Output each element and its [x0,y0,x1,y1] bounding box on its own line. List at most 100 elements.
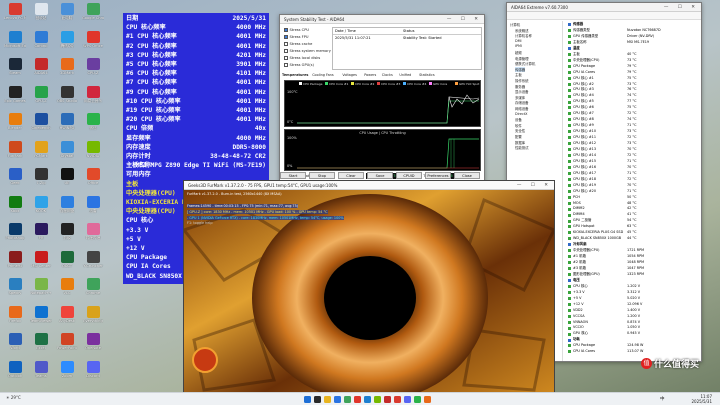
desktop-icon[interactable]: Xbox [4,195,26,222]
monitor-tab[interactable]: Temperatures [282,73,308,77]
stability-titlebar[interactable]: System Stability Test - AIDA64 — ☐ ✕ [280,15,484,24]
desktop-icon[interactable]: Outlook [4,360,26,387]
monitor-tab[interactable]: Clocks [382,73,393,77]
checkbox-box[interactable] [284,56,288,60]
monitor-tab[interactable]: Voltages [342,73,356,77]
desktop-icon[interactable]: 哔哩哔哩 [82,223,104,249]
stress-checkbox[interactable]: Stress local disks [284,56,320,60]
desktop-icon[interactable]: Speccy [4,278,26,304]
furmark-window[interactable]: Geeks3D FurMark v1.37.2.0 - 75 FPS, GPU1… [183,180,555,394]
checkbox-box[interactable] [284,35,288,39]
desktop-icon[interactable]: Microsoft Edge [4,30,26,57]
stability-preferences-button[interactable]: Preferences [425,172,451,179]
desktop-icon[interactable]: OBS Studio [56,85,78,112]
desktop-icon[interactable]: 百度网盘 [56,195,78,222]
desktop-icon[interactable]: OCCT [56,250,78,277]
monitor-tab[interactable]: Unified [399,73,411,77]
monitor-tab[interactable]: Statistics [419,73,435,77]
desktop-icon[interactable]: AnyDesk [56,305,78,332]
desktop-icon[interactable]: Photoshop [4,223,26,249]
desktop-icon[interactable]: GPU-Z [30,85,52,112]
desktop-icon[interactable]: Firefox [4,305,26,332]
stress-checkbox[interactable]: Stress system memory [284,49,331,53]
taskbar-app-icon[interactable] [354,396,361,403]
taskbar-app-icon[interactable] [304,396,311,403]
desktop-icon[interactable]: PR [30,223,52,249]
taskbar-app-icon[interactable] [414,396,421,403]
desktop-icon[interactable]: CPU-Z [82,58,104,84]
checkbox-box[interactable] [284,42,288,46]
desktop-icon[interactable]: 网易云音乐 [82,85,104,112]
window-controls[interactable]: — ☐ ✕ [517,181,552,190]
desktop-icon[interactable]: Y-Cruncher [82,250,104,277]
furmark-titlebar[interactable]: Geeks3D FurMark v1.37.2.0 - 75 FPS, GPU1… [184,181,554,190]
window-controls[interactable]: — ☐ ✕ [664,3,699,12]
desktop-icon[interactable]: PCMark [30,140,52,167]
desktop-icon[interactable]: Blender [4,113,26,139]
checkbox-box[interactable] [284,49,288,53]
language-indicator[interactable]: 中 [660,396,665,402]
desktop-icon[interactable]: Crystal [56,140,78,167]
desktop-icon[interactable]: Lenovo PC Manager [4,3,26,29]
desktop-icon[interactable]: 微信 [82,113,104,139]
desktop-icon[interactable]: Word [4,333,26,359]
desktop-icon[interactable]: 此电脑 [56,3,78,29]
desktop-icon[interactable]: Epic Games [4,85,26,112]
checkbox-box[interactable] [284,63,288,67]
desktop-icon[interactable]: WPS Office [82,30,104,57]
desktop-icon[interactable]: OneNote [82,333,104,359]
stress-checkbox[interactable]: Stress CPU [284,28,309,32]
desktop-icon[interactable]: 7-Zip [30,168,52,194]
stability-save-button[interactable]: Save [367,172,393,179]
taskbar-app-icon[interactable] [364,396,371,403]
desktop-icon[interactable]: AIDA64 [30,58,52,84]
desktop-icon[interactable]: Chrome [82,278,104,304]
stress-checkbox[interactable]: Stress FPU [284,35,309,39]
taskbar-app-icon[interactable] [394,396,401,403]
monitor-tab[interactable]: Cooling Fans [312,73,333,77]
desktop-icon[interactable]: Everything [82,305,104,332]
taskbar-app-icon[interactable] [384,396,391,403]
desktop-icon[interactable]: 迅雷 [82,195,104,222]
stability-close-button[interactable]: Close [454,172,480,179]
taskbar-app-icon[interactable] [334,396,341,403]
aida64-titlebar[interactable]: AIDA64 Extreme v7.60.7300 — ☐ ✕ [507,3,701,12]
window-controls[interactable]: — ☐ ✕ [447,15,482,24]
desktop-icon[interactable]: Notepad++ [30,278,52,304]
taskbar-app-icon[interactable] [374,396,381,403]
taskbar-app-icon[interactable] [404,396,411,403]
desktop-icon[interactable]: FurMark [4,140,26,167]
desktop-icon[interactable]: Teams [30,360,52,387]
stability-cpuid-button[interactable]: CPUID [396,172,422,179]
desktop-icon[interactable]: VLC [56,278,78,304]
stability-start-button[interactable]: Start [280,172,306,179]
taskbar-app-icon[interactable] [424,396,431,403]
stability-stop-button[interactable]: Stop [309,172,335,179]
desktop-icon[interactable]: HWiNFO [56,113,78,139]
desktop-icon[interactable]: 腾讯QQ [56,30,78,57]
desktop-icon[interactable]: PowerPoint [56,333,78,359]
stress-checkbox[interactable]: Stress cache [284,42,312,46]
desktop-icon[interactable]: Zoom [56,360,78,387]
desktop-icon[interactable]: Discord [82,360,104,387]
desktop-icon[interactable]: Control [30,30,52,57]
desktop-icon[interactable]: 剪映 [56,223,78,249]
desktop-icon[interactable]: Prime95 [4,250,26,277]
desktop-icon[interactable]: MSI Center [30,250,52,277]
taskbar-app-icon[interactable] [344,396,351,403]
monitor-tab[interactable]: Powers [364,73,376,77]
stability-clear-button[interactable]: Clear [338,172,364,179]
desktop-icon[interactable]: Cinebench [30,113,52,139]
taskbar-app-icon[interactable] [314,396,321,403]
stress-checkbox[interactable]: Stress GPU(s) [284,63,314,67]
desktop-icon[interactable]: Geek [4,168,26,194]
desktop-icon[interactable]: 3DMark [56,58,78,84]
checkbox-box[interactable] [284,28,288,32]
taskbar-app-icon[interactable] [324,396,331,403]
weather-widget[interactable]: ☀ 29°C [6,395,21,400]
desktop-icon[interactable]: TeamViewer [30,305,52,332]
desktop-icon[interactable]: Steam [4,58,26,84]
desktop-icon[interactable]: UE [56,168,78,194]
desktop-icon[interactable]: KOOK [30,195,52,222]
desktop-icon[interactable]: Google Chrome [82,3,104,29]
